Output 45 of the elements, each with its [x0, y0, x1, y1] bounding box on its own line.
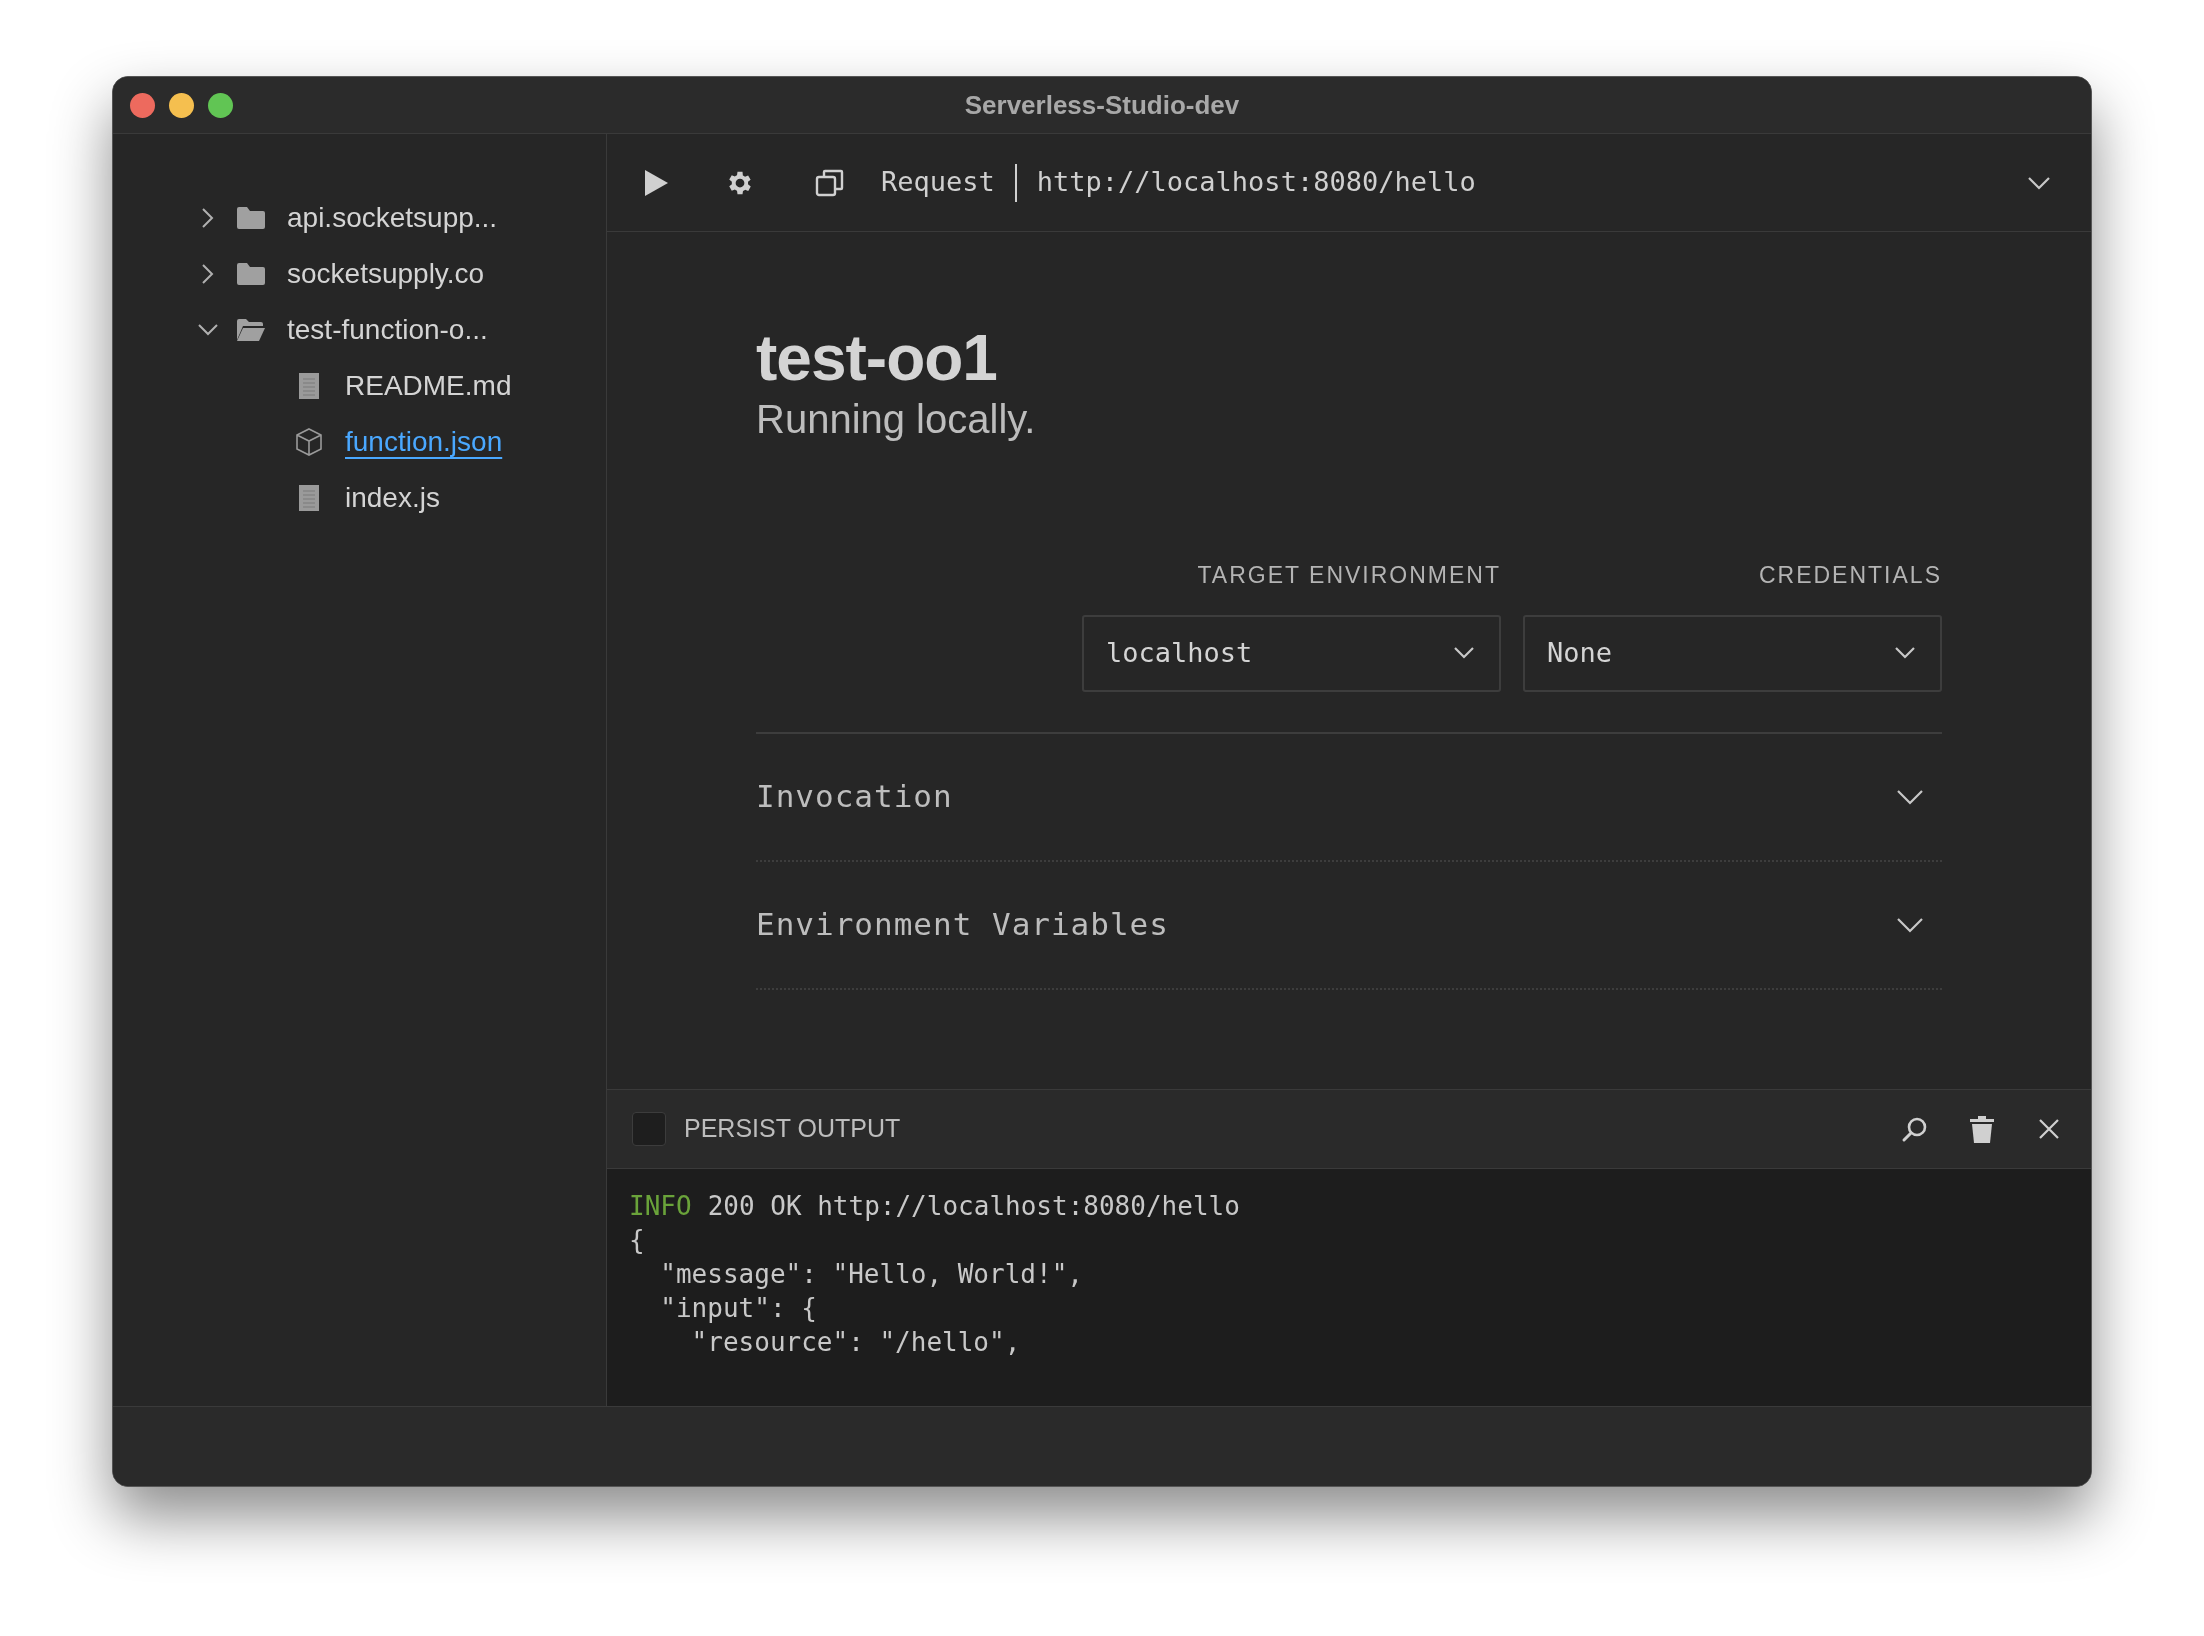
tree-item[interactable]: index.js: [345, 477, 440, 519]
chevron-right-icon[interactable]: [201, 207, 215, 229]
field-label: TARGET ENVIRONMENT: [1197, 561, 1501, 590]
function-title: test-oo1: [756, 322, 998, 394]
persist-output-label: PERSIST OUTPUT: [684, 1113, 901, 1145]
chevron-down-icon[interactable]: [197, 323, 219, 337]
minimize-window-button[interactable]: [169, 92, 194, 118]
chevron-down-icon[interactable]: [2027, 175, 2051, 190]
log-line: "resource": "/hello",: [690, 1326, 1021, 1359]
folder-icon: [236, 262, 266, 286]
tree-item[interactable]: api.socketsupp...: [287, 197, 498, 239]
window-title: Serverless-Studio-dev: [964, 88, 1240, 122]
section-header[interactable]: Environment Variables: [756, 861, 1942, 990]
chevron-right-icon[interactable]: [201, 263, 215, 285]
log-level: INFO: [629, 1191, 692, 1221]
log-line: {: [629, 1224, 645, 1257]
tree-item[interactable]: socketsupply.co: [287, 253, 485, 295]
request-url[interactable]: http://localhost:8080/hello: [1036, 162, 1476, 203]
folder-icon: [236, 206, 266, 230]
persist-output-checkbox[interactable]: [632, 1112, 666, 1146]
section-header[interactable]: Invocation: [756, 733, 1942, 862]
log-line: 200 OK http://localhost:8080/hello: [707, 1191, 1240, 1221]
cube-icon: [294, 427, 324, 457]
tree-item[interactable]: test-function-o...: [287, 309, 488, 351]
log-line: "message": "Hello, World!",: [659, 1258, 1083, 1291]
zoom-window-button[interactable]: [208, 92, 233, 118]
play-icon[interactable]: [643, 168, 669, 197]
tree-item[interactable]: function.json: [345, 421, 503, 463]
close-window-button[interactable]: [130, 92, 155, 118]
request-label: Request: [881, 165, 995, 200]
field-label: CREDENTIALS: [1758, 561, 1942, 590]
open-folder-icon: [236, 318, 266, 342]
tree-item[interactable]: README.md: [345, 365, 512, 407]
chevron-down-icon: [1453, 646, 1475, 660]
dropdown[interactable]: localhost: [1082, 614, 1501, 692]
function-status: Running locally.: [756, 396, 1037, 443]
close-icon[interactable]: [2037, 1117, 2061, 1141]
log-line: "input": {: [659, 1292, 817, 1325]
chevron-down-icon: [1894, 646, 1916, 660]
trash-icon[interactable]: [1969, 1114, 1995, 1144]
copy-icon[interactable]: [815, 167, 845, 198]
dropdown[interactable]: None: [1523, 614, 1942, 692]
file-icon: [298, 372, 320, 400]
file-icon: [298, 484, 320, 512]
search-icon[interactable]: [1901, 1115, 1929, 1143]
